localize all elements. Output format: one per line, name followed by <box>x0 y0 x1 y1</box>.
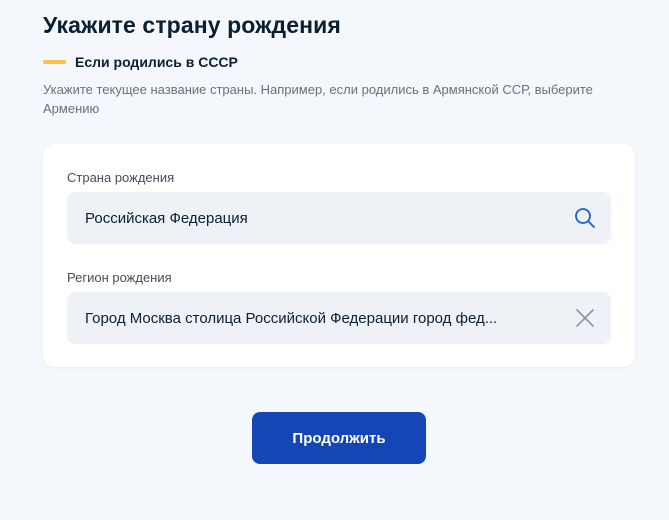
country-label: Страна рождения <box>67 170 175 185</box>
hint-accent-bar <box>43 60 66 64</box>
region-label: Регион рождения <box>67 270 172 285</box>
search-icon[interactable] <box>573 206 597 230</box>
hint-heading-text: Если родились в СССР <box>75 54 238 70</box>
page-title: Укажите страну рождения <box>43 12 341 38</box>
continue-button[interactable]: Продолжить <box>252 412 426 464</box>
country-value: Российская Федерация <box>85 209 248 227</box>
hint-text: Укажите текущее название страны. Наприме… <box>43 82 593 116</box>
ussr-hint-heading: Если родились в СССР <box>43 54 238 70</box>
country-field[interactable]: Российская Федерация <box>67 192 611 244</box>
region-field[interactable]: Город Москва столица Российской Федераци… <box>67 292 611 344</box>
close-icon[interactable] <box>573 306 597 330</box>
region-value: Город Москва столица Российской Федераци… <box>85 309 498 327</box>
birth-place-card: Страна рождения Российская Федерация Рег… <box>43 144 635 367</box>
